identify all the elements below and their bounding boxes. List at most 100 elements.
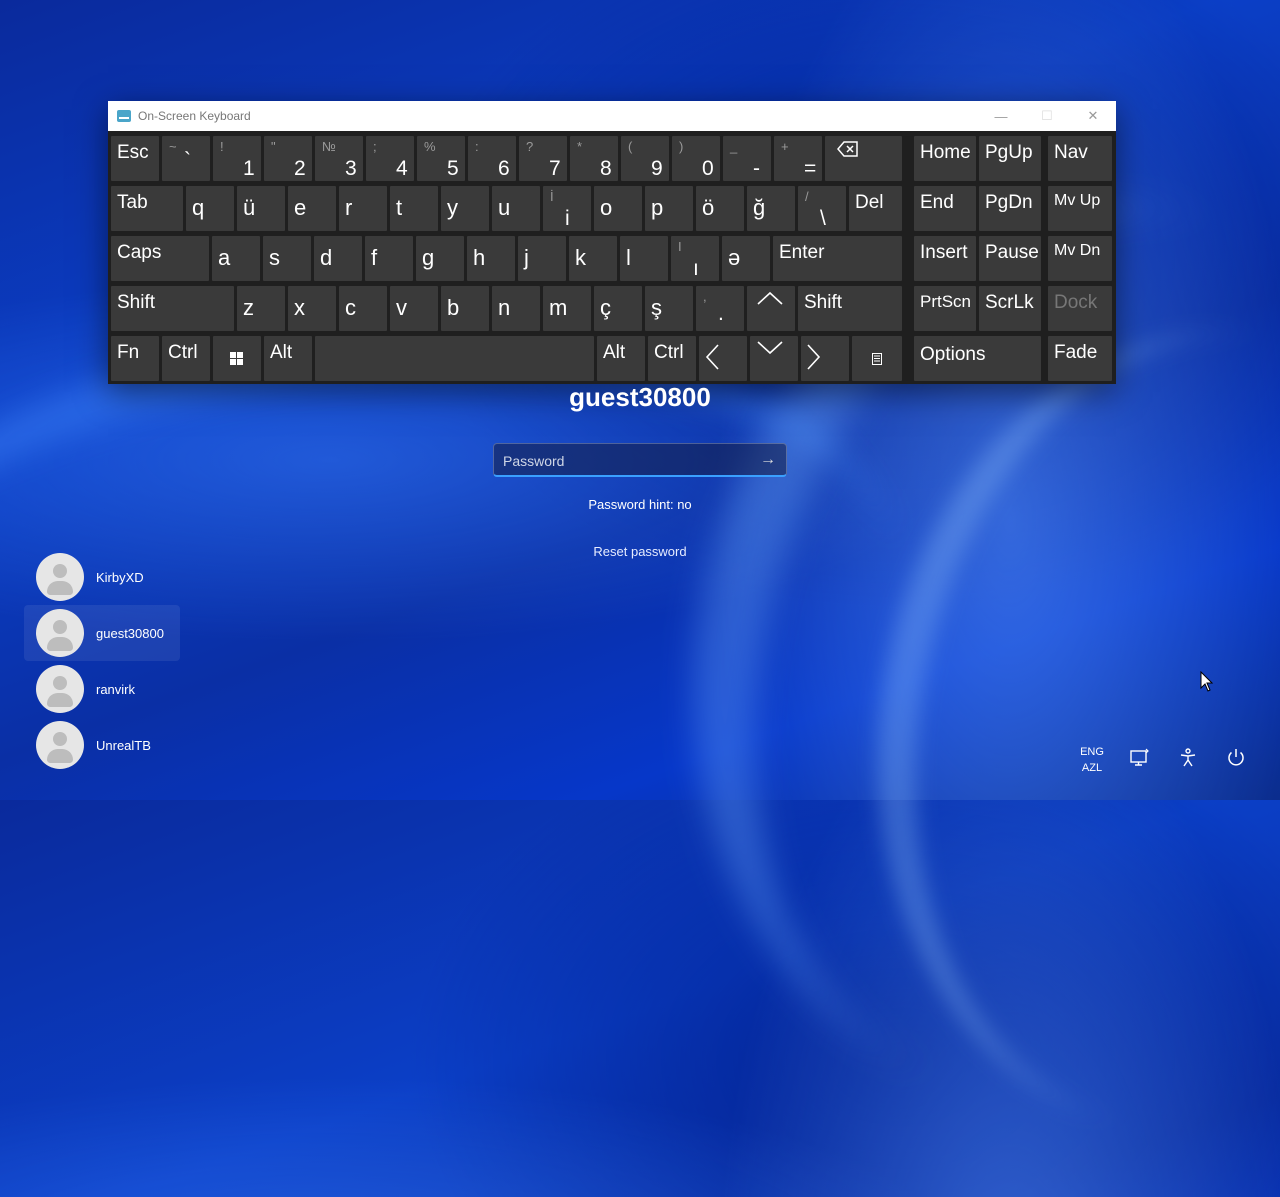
key-8[interactable]: * 8	[570, 136, 618, 181]
key-backspace[interactable]	[825, 136, 902, 181]
key-backslash[interactable]: / \	[798, 186, 846, 231]
reset-password-link[interactable]: Reset password	[0, 544, 1280, 559]
key-caps[interactable]: Caps	[111, 236, 209, 281]
key-fn[interactable]: Fn	[111, 336, 159, 381]
key-move-down[interactable]: Mv Dn	[1048, 236, 1112, 281]
user-item-ranvirk[interactable]: ranvirk	[24, 661, 180, 717]
key-b[interactable]: b	[441, 286, 489, 331]
key-esc[interactable]: Esc	[111, 136, 159, 181]
key-3[interactable]: № 3	[315, 136, 363, 181]
key-comma-period[interactable]: ,.	[696, 286, 744, 331]
key-arrow-right[interactable]	[801, 336, 849, 381]
key-alt-left[interactable]: Alt	[264, 336, 312, 381]
key-pgdn[interactable]: PgDn	[979, 186, 1041, 231]
key-q[interactable]: q	[186, 186, 234, 231]
password-hint: Password hint: no	[588, 497, 692, 512]
key-o-umlaut[interactable]: ö	[696, 186, 744, 231]
minimize-button[interactable]: —	[978, 101, 1024, 131]
submit-arrow-icon[interactable]: →	[760, 451, 776, 469]
key-4[interactable]: ; 4	[366, 136, 414, 181]
key-g[interactable]: g	[416, 236, 464, 281]
key-options[interactable]: Options	[914, 336, 1041, 381]
key-i[interactable]: İi	[543, 186, 591, 231]
osk-titlebar[interactable]: On-Screen Keyboard — ☐ ✕	[108, 101, 1116, 131]
key-ctrl-left[interactable]: Ctrl	[162, 336, 210, 381]
key-h[interactable]: h	[467, 236, 515, 281]
key-z[interactable]: z	[237, 286, 285, 331]
key-y[interactable]: y	[441, 186, 489, 231]
password-input[interactable]	[501, 444, 745, 478]
maximize-button[interactable]: ☐	[1024, 101, 1070, 131]
key-t[interactable]: t	[390, 186, 438, 231]
key-dotless-i[interactable]: Iı	[671, 236, 719, 281]
key-menu[interactable]	[852, 336, 902, 381]
key-enter[interactable]: Enter	[773, 236, 902, 281]
key-nav[interactable]: Nav	[1048, 136, 1112, 181]
key-7[interactable]: ? 7	[519, 136, 567, 181]
key-r[interactable]: r	[339, 186, 387, 231]
key-d[interactable]: d	[314, 236, 362, 281]
key-f[interactable]: f	[365, 236, 413, 281]
key-s[interactable]: s	[263, 236, 311, 281]
key-shift-right[interactable]: Shift	[798, 286, 902, 331]
key-e[interactable]: e	[288, 186, 336, 231]
key-tab[interactable]: Tab	[111, 186, 183, 231]
key-schwa[interactable]: ə	[722, 236, 770, 281]
accessibility-icon[interactable]	[1176, 746, 1200, 770]
key-c[interactable]: c	[339, 286, 387, 331]
key-arrow-down[interactable]	[750, 336, 798, 381]
key-arrow-up[interactable]	[747, 286, 795, 331]
key-equals[interactable]: + =	[774, 136, 822, 181]
user-item-unrealtb[interactable]: UnrealTB	[24, 717, 180, 773]
key-a[interactable]: a	[212, 236, 260, 281]
key-5[interactable]: % 5	[417, 136, 465, 181]
key-alt-right[interactable]: Alt	[597, 336, 645, 381]
key-pgup[interactable]: PgUp	[979, 136, 1041, 181]
key-x[interactable]: x	[288, 286, 336, 331]
key-arrow-left[interactable]	[699, 336, 747, 381]
key-c-cedilla[interactable]: ç	[594, 286, 642, 331]
key-u-umlaut[interactable]: ü	[237, 186, 285, 231]
key-p[interactable]: p	[645, 186, 693, 231]
chevron-left-icon	[705, 344, 719, 370]
key-o[interactable]: o	[594, 186, 642, 231]
key-prtscn[interactable]: PrtScn	[914, 286, 976, 331]
key-1[interactable]: ! 1	[213, 136, 261, 181]
key-j[interactable]: j	[518, 236, 566, 281]
avatar	[36, 665, 84, 713]
key-insert[interactable]: Insert	[914, 236, 976, 281]
key-n[interactable]: n	[492, 286, 540, 331]
key-backtick[interactable]: ~ `	[162, 136, 210, 181]
user-item-guest30800[interactable]: guest30800	[24, 605, 180, 661]
key-space[interactable]	[315, 336, 594, 381]
close-button[interactable]: ✕	[1070, 101, 1116, 131]
avatar	[36, 553, 84, 601]
key-9[interactable]: (9	[621, 136, 669, 181]
key-k[interactable]: k	[569, 236, 617, 281]
key-2[interactable]: " 2	[264, 136, 312, 181]
key-move-up[interactable]: Mv Up	[1048, 186, 1112, 231]
input-language-indicator[interactable]: ENG AZL	[1072, 744, 1112, 776]
key-m[interactable]: m	[543, 286, 591, 331]
key-s-cedilla[interactable]: ş	[645, 286, 693, 331]
key-u[interactable]: u	[492, 186, 540, 231]
power-icon[interactable]	[1224, 746, 1248, 770]
key-shift-left[interactable]: Shift	[111, 286, 234, 331]
key-home[interactable]: Home	[914, 136, 976, 181]
key-end[interactable]: End	[914, 186, 976, 231]
key-dock: Dock	[1048, 286, 1112, 331]
key-pause[interactable]: Pause	[979, 236, 1041, 281]
key-del[interactable]: Del	[849, 186, 902, 231]
key-scrlk[interactable]: ScrLk	[979, 286, 1041, 331]
key-l[interactable]: l	[620, 236, 668, 281]
key-ctrl-right[interactable]: Ctrl	[648, 336, 696, 381]
key-v[interactable]: v	[390, 286, 438, 331]
key-windows[interactable]	[213, 336, 261, 381]
key-minus[interactable]: _ -	[723, 136, 771, 181]
key-fade[interactable]: Fade	[1048, 336, 1112, 381]
key-0[interactable]: ) 0	[672, 136, 720, 181]
key-6[interactable]: :6	[468, 136, 516, 181]
network-icon[interactable]	[1128, 746, 1152, 770]
key-g-breve[interactable]: ğ	[747, 186, 795, 231]
user-item-kirbyxd[interactable]: KirbyXD	[24, 549, 180, 605]
